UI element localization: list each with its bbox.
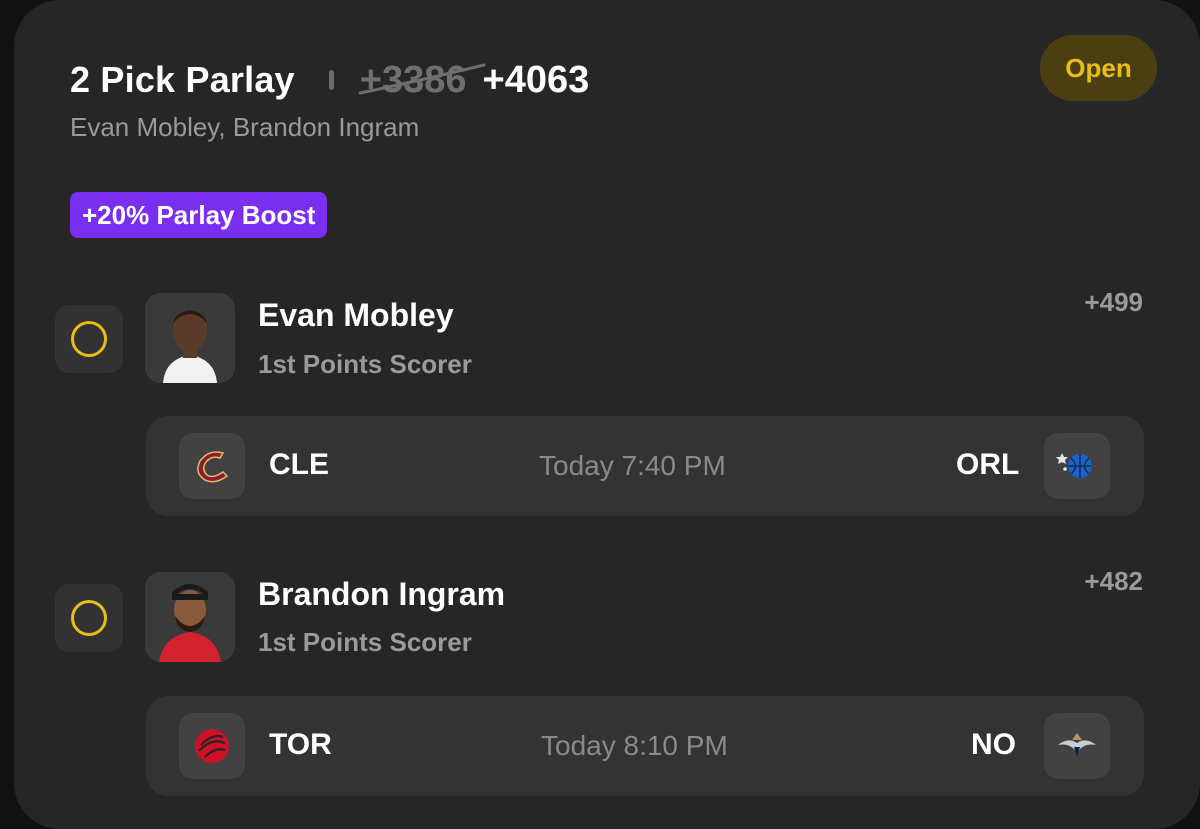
status-badge: Open <box>1040 35 1157 101</box>
home-team-abbr: ORL <box>956 448 1020 481</box>
title-divider <box>328 70 334 90</box>
original-odds: +3386 <box>358 59 486 102</box>
strikethrough-line <box>358 63 486 94</box>
player-avatar <box>145 572 235 662</box>
away-team-abbr: TOR <box>269 728 332 761</box>
parlay-players-summary: Evan Mobley, Brandon Ingram <box>70 112 420 142</box>
player-headshot-icon <box>145 293 235 383</box>
raptors-logo-icon <box>195 729 229 763</box>
pending-circle-icon <box>71 321 107 357</box>
parlay-boost-badge: +20% Parlay Boost <box>70 192 328 238</box>
player-headshot-icon <box>145 572 235 662</box>
player-name: Brandon Ingram <box>258 576 506 612</box>
pick-odds: +482 <box>1084 566 1143 596</box>
cavaliers-logo-icon <box>197 451 229 483</box>
home-team-logo <box>1044 433 1110 499</box>
player-avatar <box>145 293 235 383</box>
market-label: 1st Points Scorer <box>258 627 472 657</box>
away-team-logo <box>179 433 245 499</box>
home-team-abbr: NO <box>971 728 1016 761</box>
pick-status-indicator <box>55 305 123 373</box>
market-label: 1st Points Scorer <box>258 349 472 379</box>
game-info-bar[interactable]: TOR Today 8:10 PM NO <box>146 696 1144 796</box>
game-info-bar[interactable]: CLE Today 7:40 PM ORL <box>146 416 1144 516</box>
pending-circle-icon <box>71 600 107 636</box>
magic-logo-icon <box>1056 453 1092 478</box>
pick-status-indicator <box>55 584 123 652</box>
boosted-odds: +4063 <box>482 58 590 101</box>
pick-odds: +499 <box>1084 287 1143 317</box>
away-team-logo <box>179 713 245 779</box>
home-team-logo <box>1044 713 1110 779</box>
parlay-title: 2 Pick Parlay <box>70 59 295 100</box>
title-row: 2 Pick Parlay +3386 +4063 <box>70 58 589 102</box>
away-team-abbr: CLE <box>269 448 329 481</box>
pelicans-logo-icon <box>1058 733 1096 757</box>
player-name: Evan Mobley <box>258 297 454 333</box>
game-time: Today 8:10 PM <box>541 730 728 761</box>
game-time: Today 7:40 PM <box>539 450 726 481</box>
